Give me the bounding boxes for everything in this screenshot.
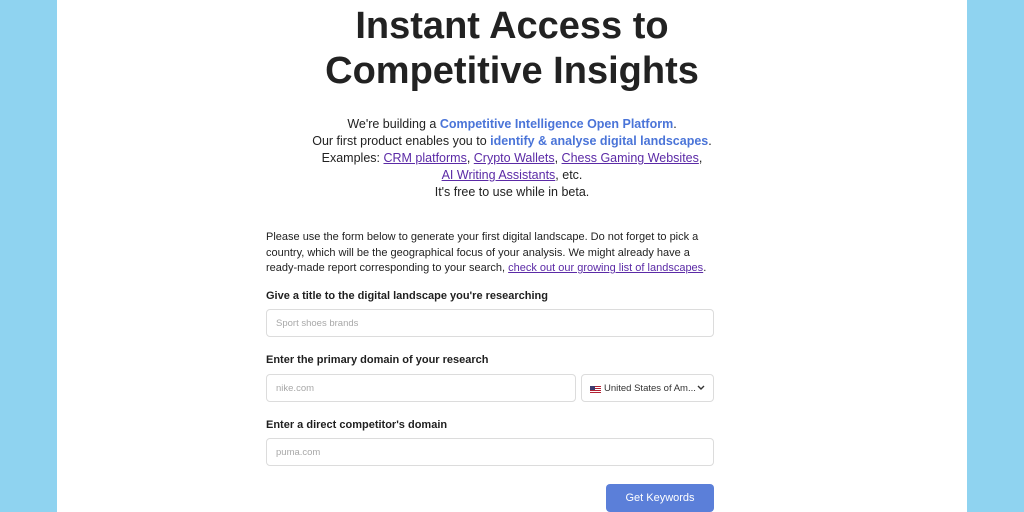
hero-title-line1: Instant Access to	[355, 5, 669, 47]
example-link-ai-writing[interactable]: AI Writing Assistants	[442, 168, 556, 182]
form-description-end: .	[703, 262, 707, 274]
intro-line5: It's free to use while in beta.	[434, 185, 590, 199]
intro-line4: AI Writing Assistants, etc.	[57, 167, 967, 184]
example-sep: ,	[466, 151, 474, 165]
title-input[interactable]: Sport shoes brands	[266, 309, 714, 337]
hero-title: Instant Access to Competitive Insights	[57, 4, 967, 94]
competitor-label: Enter a direct competitor's domain	[266, 419, 448, 431]
intro-line2: Our first product enables you to identif…	[57, 133, 967, 150]
hero-title-line2: Competitive Insights	[325, 50, 699, 92]
examples-prefix: Examples:	[321, 151, 384, 165]
example-sep: ,	[554, 151, 562, 165]
platform-highlight: Competitive Intelligence Open Platform	[439, 117, 674, 131]
form-description: Please use the form below to generate yo…	[266, 230, 714, 277]
product-highlight: identify & analyse digital landscapes	[490, 134, 709, 148]
example-sep: ,	[698, 151, 703, 165]
intro-line1: We're building a Competitive Intelligenc…	[57, 116, 967, 133]
intro-line3: Examples: CRM platforms, Crypto Wallets,…	[57, 150, 967, 167]
landscape-form: Please use the form below to generate yo…	[266, 230, 714, 512]
intro-line2-prefix: Our first product enables you to	[312, 134, 491, 148]
page-container: Instant Access to Competitive Insights W…	[57, 0, 967, 512]
intro-line2-suffix: .	[708, 134, 712, 148]
domain-label: Enter the primary domain of your researc…	[266, 354, 489, 366]
us-flag-icon	[590, 385, 601, 393]
intro-line1-prefix: We're building a	[347, 117, 440, 131]
intro-text: We're building a Competitive Intelligenc…	[57, 116, 967, 201]
chevron-down-icon	[697, 383, 705, 393]
intro-line1-suffix: .	[673, 117, 677, 131]
country-select[interactable]: United States of Am...	[581, 374, 714, 402]
landscapes-list-link[interactable]: check out our growing list of landscapes	[508, 262, 703, 274]
example-link-crypto[interactable]: Crypto Wallets	[474, 151, 555, 165]
example-link-crm[interactable]: CRM platforms	[383, 151, 466, 165]
example-link-chess[interactable]: Chess Gaming Websites	[562, 151, 699, 165]
title-label: Give a title to the digital landscape yo…	[266, 290, 548, 302]
competitor-input[interactable]: puma.com	[266, 438, 714, 466]
get-keywords-button[interactable]: Get Keywords	[606, 484, 714, 512]
country-select-value: United States of Am...	[604, 382, 696, 394]
examples-etc: , etc.	[555, 168, 583, 182]
domain-input[interactable]: nike.com	[266, 374, 576, 402]
